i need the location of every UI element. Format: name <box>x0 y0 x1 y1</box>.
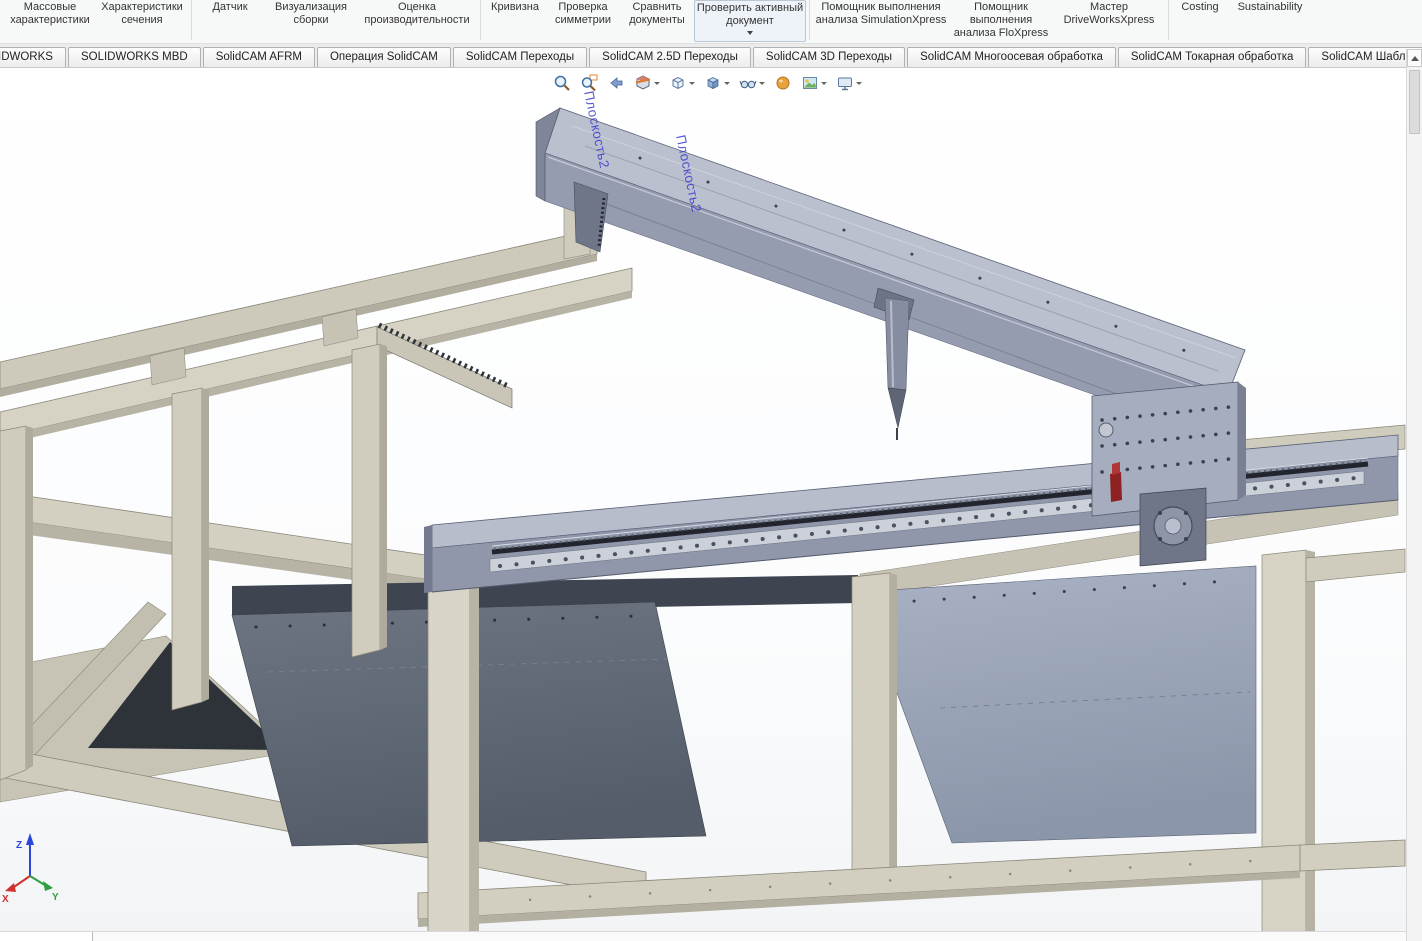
ribbon-button-floxpress-wizard[interactable]: Помощник выполнения анализа FloXpress <box>949 0 1053 42</box>
vertical-scrollbar[interactable] <box>1406 49 1422 941</box>
dropdown-caret-icon <box>654 81 660 85</box>
ribbon-button-section-properties[interactable]: Характеристики сечения <box>96 0 188 42</box>
ribbon-button-label: Проверить активный документ <box>696 2 804 27</box>
dropdown-caret-icon <box>689 81 695 85</box>
ribbon-button-label: Характеристики сечения <box>101 1 183 26</box>
tab-solidcam-multiaxis[interactable]: SolidCAM Многоосевая обработка <box>907 47 1116 67</box>
ribbon-button-label: Мастер DriveWorksXpress <box>1063 1 1155 26</box>
scrollbar-up-button[interactable] <box>1407 49 1422 67</box>
tab-solidcam-operation[interactable]: Операция SolidCAM <box>316 47 451 67</box>
ribbon-separator <box>809 0 810 40</box>
zoom-area-icon[interactable] <box>579 73 599 93</box>
ribbon-button-label: Sustainability <box>1237 1 1303 13</box>
ribbon-button-label: Массовые характеристики <box>10 1 90 26</box>
model-tab[interactable] <box>0 932 93 941</box>
view-orientation-icon[interactable] <box>668 73 696 93</box>
ribbon-button-label: Визуализация сборки <box>274 1 348 26</box>
tab-solidcam-templates[interactable]: SolidCAM Шаблоны <box>1308 47 1422 67</box>
view-settings-icon[interactable] <box>835 73 863 93</box>
ribbon-button-mass-properties[interactable]: Массовые характеристики <box>4 0 96 42</box>
dropdown-caret-icon <box>856 81 862 85</box>
x-axis-arrow <box>5 883 16 892</box>
tab-solidcam-transitions[interactable]: SolidCAM Переходы <box>452 47 588 67</box>
ribbon-button-driveworksxpress-wizard[interactable]: Мастер DriveWorksXpress <box>1053 0 1165 42</box>
ribbon-separator <box>1168 0 1169 40</box>
section-view-icon[interactable] <box>633 73 661 93</box>
dropdown-caret-icon <box>821 81 827 85</box>
dropdown-caret-icon <box>747 30 753 35</box>
ribbon-button-label: Датчик <box>212 1 248 13</box>
dropdown-caret-icon <box>759 81 765 85</box>
scrollbar-thumb[interactable] <box>1409 70 1420 134</box>
model-tabs-bar <box>0 931 1406 941</box>
ribbon-button-assembly-visualization[interactable]: Визуализация сборки <box>265 0 357 42</box>
ribbon-button-label: Помощник выполнения анализа SimulationXp… <box>815 1 947 26</box>
dropdown-caret-icon <box>724 81 730 85</box>
ribbon-toolbar: Массовые характеристики Характеристики с… <box>0 0 1422 44</box>
zoom-fit-icon[interactable] <box>552 73 572 93</box>
ribbon-button-simulationxpress-wizard[interactable]: Помощник выполнения анализа SimulationXp… <box>813 0 949 42</box>
z-axis-arrow <box>26 833 34 845</box>
graphics-viewport[interactable]: Плоскость2 Плоскость2 Z X Y <box>0 68 1406 941</box>
ribbon-button-compare-documents[interactable]: Сравнить документы <box>620 0 694 42</box>
tab-solidcam-25d-transitions[interactable]: SolidCAM 2.5D Переходы <box>589 47 751 67</box>
y-axis-label: Y <box>52 892 59 903</box>
ribbon-button-curvature[interactable]: Кривизна <box>484 0 546 42</box>
tab-solidcam-afrm[interactable]: SolidCAM AFRM <box>202 47 315 67</box>
ribbon-button-label: Costing <box>1181 1 1219 13</box>
ribbon-separator <box>191 0 192 40</box>
ribbon-button-label: Проверка симметрии <box>555 1 611 26</box>
previous-view-icon[interactable] <box>606 73 626 93</box>
ribbon-button-check-active-document[interactable]: Проверить активный документ <box>694 0 806 42</box>
edit-appearance-icon[interactable] <box>773 73 793 93</box>
tab-solidcam-3d-transitions[interactable]: SolidCAM 3D Переходы <box>752 47 906 67</box>
heads-up-toolbar <box>552 73 863 93</box>
ribbon-button-sustainability[interactable]: Sustainability <box>1228 0 1312 42</box>
display-style-icon[interactable] <box>703 73 731 93</box>
x-axis-label: X <box>2 894 9 905</box>
tab-solidworks-mbd[interactable]: SOLIDWORKS MBD <box>67 47 201 67</box>
z-axis-label: Z <box>16 840 22 851</box>
tab-solidworks[interactable]: SOLIDWORKS <box>0 47 66 67</box>
solidworks-window: Массовые характеристики Характеристики с… <box>0 0 1422 941</box>
ribbon-button-sensor[interactable]: Датчик <box>195 0 265 42</box>
ribbon-button-performance-evaluation[interactable]: Оценка производительности <box>357 0 477 42</box>
ribbon-button-label: Сравнить документы <box>629 1 685 26</box>
y-axis-arrow <box>43 881 53 891</box>
ribbon-button-label: Помощник выполнения анализа FloXpress <box>953 1 1049 39</box>
up-arrow-icon <box>1410 55 1419 61</box>
tab-solidcam-turning[interactable]: SolidCAM Токарная обработка <box>1117 47 1307 67</box>
origin-triad: Z X Y <box>2 833 59 905</box>
ribbon-button-label: Оценка производительности <box>364 1 470 26</box>
apply-scene-icon[interactable] <box>800 73 828 93</box>
hide-show-items-icon[interactable] <box>738 73 766 93</box>
ribbon-button-symmetry-check[interactable]: Проверка симметрии <box>546 0 620 42</box>
commandmanager-tabs: SOLIDWORKS SOLIDWORKS MBD SolidCAM AFRM … <box>0 44 1422 68</box>
ribbon-separator <box>480 0 481 40</box>
ribbon-button-label: Кривизна <box>491 1 539 13</box>
ribbon-button-costing[interactable]: Costing <box>1172 0 1228 42</box>
